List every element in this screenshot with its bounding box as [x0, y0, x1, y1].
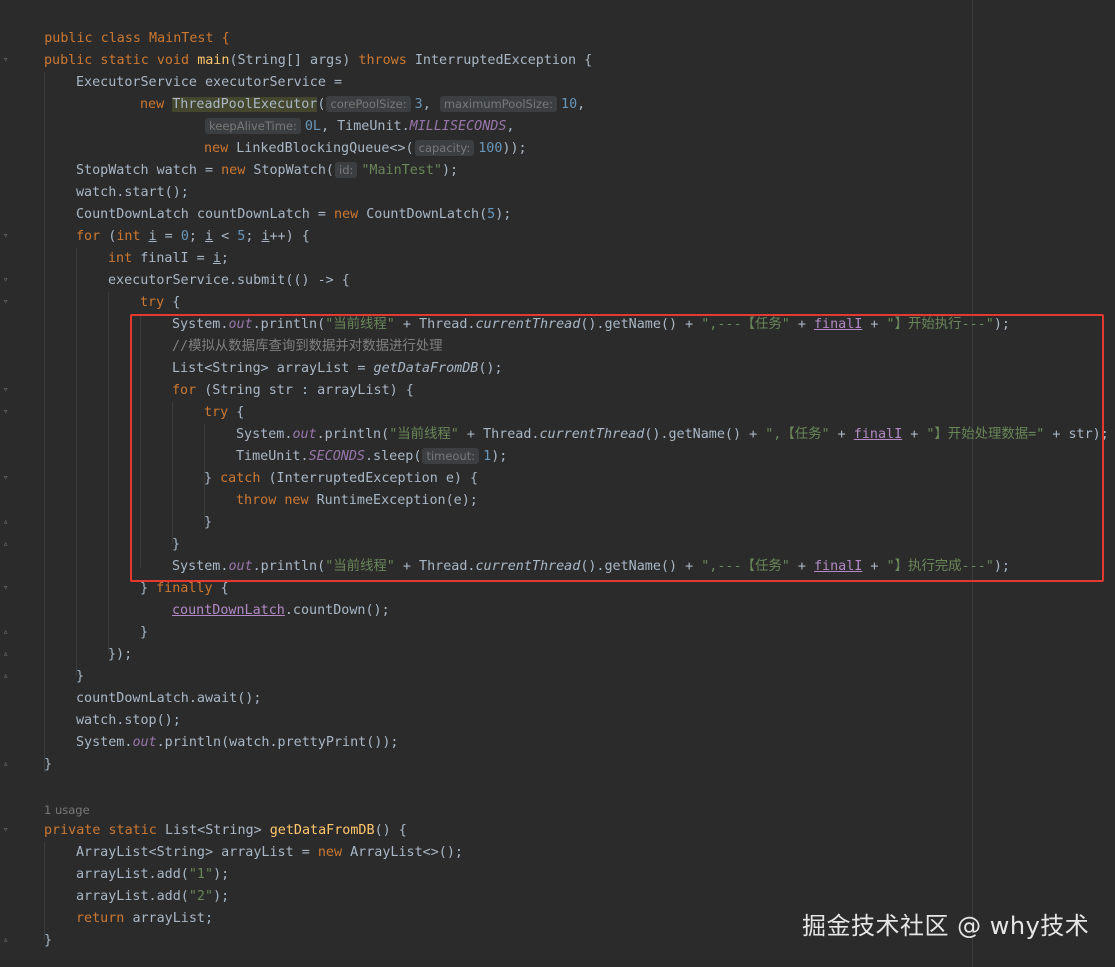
code-line[interactable]: System.out.println(watch.prettyPrint()); — [76, 732, 398, 754]
fold-marker-icon[interactable]: ▿ — [3, 408, 12, 417]
code-line[interactable]: arrayList.add("2"); — [76, 886, 229, 908]
code-line[interactable]: executorService.submit(() -> { — [108, 270, 350, 292]
editor-gutter — [0, 0, 16, 967]
code-editor[interactable]: ▿ ▿ ▿ ▿ ▿ ▿ ▿ ▵ ▵ ▿ ▵ ▵ ▵ ▵ ▿ ▵ public c… — [0, 0, 1115, 967]
fold-marker-icon[interactable]: ▵ — [3, 540, 12, 549]
param-hint-core-pool-size: corePoolSize: — [326, 96, 411, 112]
fold-marker-icon[interactable]: ▵ — [3, 628, 12, 637]
fold-marker-icon[interactable]: ▿ — [3, 826, 12, 835]
code-line[interactable]: arrayList.add("1"); — [76, 864, 229, 886]
fold-marker-icon[interactable]: ▵ — [3, 760, 12, 769]
watermark: 掘金技术社区 @ why技术 — [802, 912, 1090, 940]
fold-marker-icon[interactable]: ▿ — [3, 584, 12, 593]
code-line[interactable]: try { — [140, 292, 180, 314]
indent-guide — [44, 842, 45, 940]
code-line[interactable]: private static List<String> getDataFromD… — [44, 820, 407, 842]
code-line[interactable]: countDownLatch.countDown(); — [172, 600, 390, 622]
code-line[interactable]: public static void main(String[] args) t… — [44, 50, 592, 72]
code-line[interactable]: CountDownLatch countDownLatch = new Coun… — [76, 204, 511, 226]
code-line[interactable]: } — [44, 754, 52, 776]
highlight-box — [130, 314, 1104, 582]
indent-guide — [44, 72, 45, 772]
code-line[interactable]: } — [140, 622, 148, 644]
param-hint-id: id: — [335, 162, 358, 178]
code-line[interactable]: ExecutorService executorService = — [76, 72, 342, 94]
fold-marker-icon[interactable]: ▿ — [3, 56, 12, 65]
code-line[interactable]: return arrayList; — [76, 908, 213, 930]
code-line[interactable]: new LinkedBlockingQueue<>(capacity: 100))… — [204, 138, 527, 160]
code-line[interactable]: watch.start(); — [76, 182, 189, 204]
code-line[interactable]: StopWatch watch = new StopWatch(id: "Main… — [76, 160, 458, 182]
code-line[interactable]: new ThreadPoolExecutor(corePoolSize: 3, m… — [140, 94, 585, 116]
class-declaration: public class MainTest { — [44, 31, 230, 46]
code-line[interactable]: } — [44, 930, 52, 952]
code-line[interactable]: public class MainTest { — [12, 6, 229, 46]
code-line[interactable]: int finalI = i; — [108, 248, 229, 270]
fold-marker-icon[interactable]: ▵ — [3, 936, 12, 945]
fold-marker-icon[interactable]: ▿ — [3, 276, 12, 285]
param-hint-capacity: capacity: — [414, 140, 475, 156]
param-hint-maximum-pool-size: maximumPoolSize: — [439, 96, 558, 112]
fold-marker-icon[interactable]: ▵ — [3, 650, 12, 659]
code-line[interactable]: watch.stop(); — [76, 710, 181, 732]
fold-marker-icon[interactable]: ▵ — [3, 518, 12, 527]
param-hint-keep-alive-time: keepAliveTime: — [205, 118, 301, 134]
thread-pool-executor-ctor[interactable]: ThreadPoolExecutor — [172, 97, 318, 112]
code-line[interactable]: keepAliveTime: 0L, TimeUnit.MILLISECONDS, — [204, 116, 514, 138]
indent-guide — [76, 248, 77, 676]
fold-marker-icon[interactable]: ▿ — [3, 232, 12, 241]
fold-marker-icon[interactable]: ▿ — [3, 474, 12, 483]
fold-marker-icon[interactable]: ▵ — [3, 672, 12, 681]
code-line[interactable]: countDownLatch.await(); — [76, 688, 261, 710]
fold-marker-icon[interactable]: ▿ — [3, 386, 12, 395]
indent-guide — [108, 292, 109, 654]
code-line[interactable]: ArrayList<String> arrayList = new ArrayL… — [76, 842, 463, 864]
code-line[interactable]: for (int i = 0; i < 5; i++) { — [76, 226, 310, 248]
usage-count-hint[interactable]: 1 usage — [44, 800, 90, 820]
code-line[interactable]: }); — [108, 644, 132, 666]
code-line[interactable]: } — [76, 666, 84, 688]
fold-marker-icon[interactable]: ▿ — [3, 298, 12, 307]
